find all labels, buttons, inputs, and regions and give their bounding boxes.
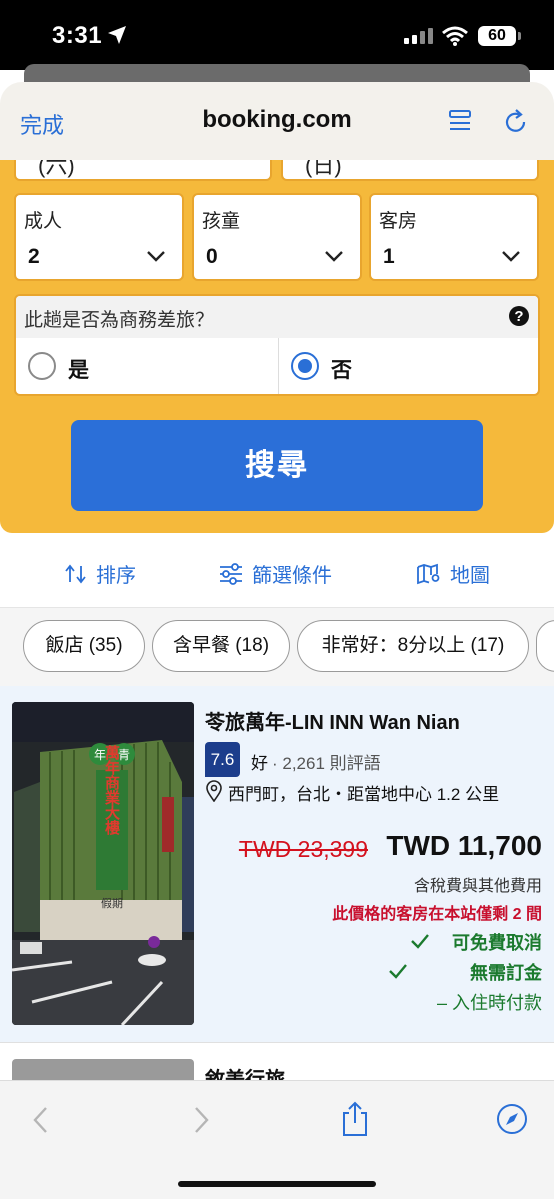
review-score-badge: 7.6 [205,742,240,777]
filter-chips-row: 飯店 (35) 含早餐 (18) 非常好：8分以上 (17) [0,608,554,686]
business-yes-label: 是 [68,359,89,382]
discounted-price: TWD 11,700 [386,830,542,861]
property-location: 西門町，台北・距當地中心 1.2 公里 [228,785,500,804]
original-price: TWD 23,399 [238,836,368,862]
location-pin-icon [206,780,222,802]
adults-select[interactable]: 成人 2 [14,193,184,281]
chip-breakfast[interactable]: 含早餐 (18) [152,620,290,672]
home-indicator [178,1181,376,1187]
business-no-label: 否 [331,359,352,382]
chip-more[interactable] [536,620,554,672]
review-score-word: 好 [251,754,268,773]
checkin-date-text: (六) [38,160,75,178]
help-icon[interactable]: ? [508,305,530,327]
filter-label: 篩選條件 [252,565,332,587]
location-arrow-icon [108,26,126,44]
filter-button[interactable]: 篩選條件 [218,559,332,588]
battery-level: 60 [478,26,516,46]
no-deposit: 無需訂金 [470,963,542,983]
battery-tip [518,32,521,40]
scarcity-message: 此價格的客房在本站僅剩 2 間 [332,906,542,923]
review-count: · 2,261 則評語 [272,754,381,773]
business-yes-option[interactable]: 是 [16,338,278,394]
next-property-card[interactable]: 敘美行旅 [0,1042,554,1091]
free-cancellation: 可免費取消 [452,933,542,953]
filter-sliders-icon [220,562,242,585]
rooms-select[interactable]: 客房 1 [369,193,539,281]
business-no-radio[interactable] [291,352,319,380]
sort-button[interactable]: 排序 [64,559,136,588]
business-trip-question-text: 此趟是否為商務差旅？ [24,310,215,331]
results-toolbar: 排序 篩選條件 地圖 [0,533,554,608]
compass-icon[interactable] [496,1103,528,1135]
adults-value: 2 [28,245,40,268]
checkout-date-text: (日) [305,160,342,178]
pay-at-property: – 入住時付款 [436,993,542,1013]
map-label: 地圖 [450,565,490,587]
property-name[interactable]: 苓旅萬年-LIN INN Wan Nian [205,706,460,735]
children-label: 孩童 [202,211,241,232]
svg-text:?: ? [514,308,523,325]
search-button[interactable]: 搜尋 [71,420,483,511]
chevron-down-icon [325,251,343,262]
chevron-down-icon [147,251,165,262]
tax-note: 含稅費與其他費用 [413,878,542,895]
photo-shop-sign: 假期 [101,896,123,910]
reload-icon[interactable] [503,108,529,136]
chevron-down-icon [502,251,520,262]
photo-building-sign: 萬年商業大樓 [103,744,121,836]
checkmark-icon [389,964,407,979]
cellular-signal-icon [404,28,433,44]
business-trip-header: 此趟是否為商務差旅？ ? [16,296,538,338]
status-time: 3:31 [52,22,103,49]
reader-view-icon[interactable] [448,108,474,136]
sort-label: 排序 [96,565,136,587]
rooms-label: 客房 [379,211,418,232]
checkmark-icon [411,934,429,949]
map-button[interactable]: 地圖 [416,559,490,588]
adults-label: 成人 [24,211,63,232]
checkin-date-field[interactable]: (六) [14,160,272,181]
status-bar: 3:31 60 [0,0,554,70]
back-arrow-icon[interactable] [30,1105,52,1135]
property-card[interactable]: 年 青 萬年商業大樓 假期 苓旅萬年-LIN INN Wan Nian 7.6 … [0,686,554,1042]
children-value: 0 [206,245,218,268]
sort-icon [65,564,86,583]
business-trip-question: 此趟是否為商務差旅？ ? 是 否 [14,294,540,396]
checkout-date-field[interactable]: (日) [281,160,539,181]
chip-very-good[interactable]: 非常好：8分以上 (17) [297,620,529,672]
children-select[interactable]: 孩童 0 [192,193,362,281]
property-photo[interactable]: 年 青 萬年商業大樓 假期 [12,702,194,1025]
share-icon[interactable] [340,1101,370,1137]
business-yes-radio[interactable] [28,352,56,380]
chip-hotel[interactable]: 飯店 (35) [23,620,145,672]
map-icon [417,563,440,584]
forward-arrow-icon[interactable] [190,1105,212,1135]
rooms-value: 1 [383,245,395,268]
wifi-icon [442,26,468,46]
business-no-option[interactable]: 否 [278,338,538,394]
